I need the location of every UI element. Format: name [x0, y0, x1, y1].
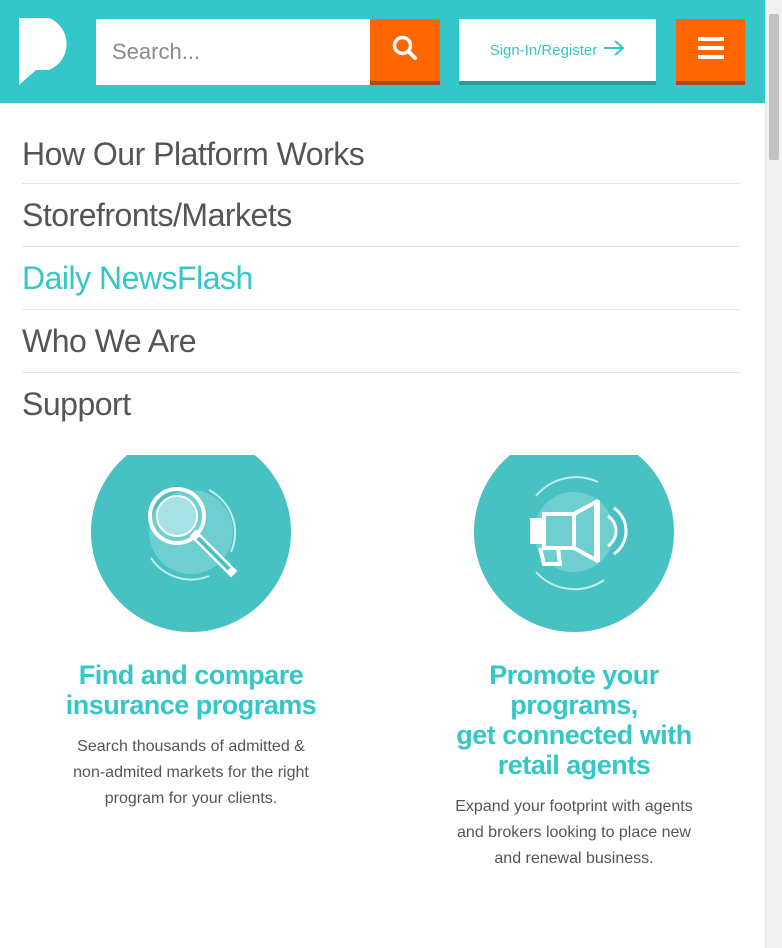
- arrow-right-icon: [603, 40, 625, 60]
- vertical-scrollbar[interactable]: [765, 0, 782, 948]
- feature-description: Search thousands of admitted & non-admit…: [73, 738, 309, 807]
- feature-icon-circle: [91, 455, 291, 632]
- nav-item-support[interactable]: Support: [22, 373, 740, 435]
- menu-button[interactable]: [676, 19, 745, 85]
- megaphone-icon: [530, 476, 628, 591]
- scrollbar-thumb[interactable]: [769, 14, 779, 160]
- top-header: Sign-In/Register: [0, 0, 765, 103]
- hamburger-menu-icon: [697, 36, 724, 64]
- feature-title: Promote your programs, get connected wit…: [456, 660, 692, 780]
- signin-label: Sign-In/Register: [489, 41, 598, 59]
- main-nav: How Our Platform Works Storefronts/Marke…: [22, 121, 740, 435]
- feature-icon-circle: [474, 455, 674, 632]
- nav-item-who-we-are[interactable]: Who We Are: [22, 310, 740, 373]
- signin-register-button[interactable]: Sign-In/Register: [459, 19, 656, 85]
- feature-title: Find and compare insurance programs: [65, 660, 317, 720]
- magnifying-glass-icon: [148, 487, 238, 581]
- search-icon: [391, 34, 419, 67]
- nav-item-daily-newsflash[interactable]: Daily NewsFlash: [22, 247, 740, 310]
- feature-description: Expand your footprint with agents and br…: [455, 798, 693, 867]
- search-input[interactable]: [96, 19, 370, 85]
- p-logo-icon[interactable]: [19, 18, 77, 85]
- feature-promote-programs: Promote your programs, get connected wit…: [424, 455, 724, 872]
- nav-item-how-platform-works[interactable]: How Our Platform Works: [22, 121, 740, 184]
- feature-find-compare: Find and compare insurance programs Sear…: [41, 455, 341, 812]
- search-button[interactable]: [370, 19, 440, 85]
- nav-item-storefronts-markets[interactable]: Storefronts/Markets: [22, 184, 740, 247]
